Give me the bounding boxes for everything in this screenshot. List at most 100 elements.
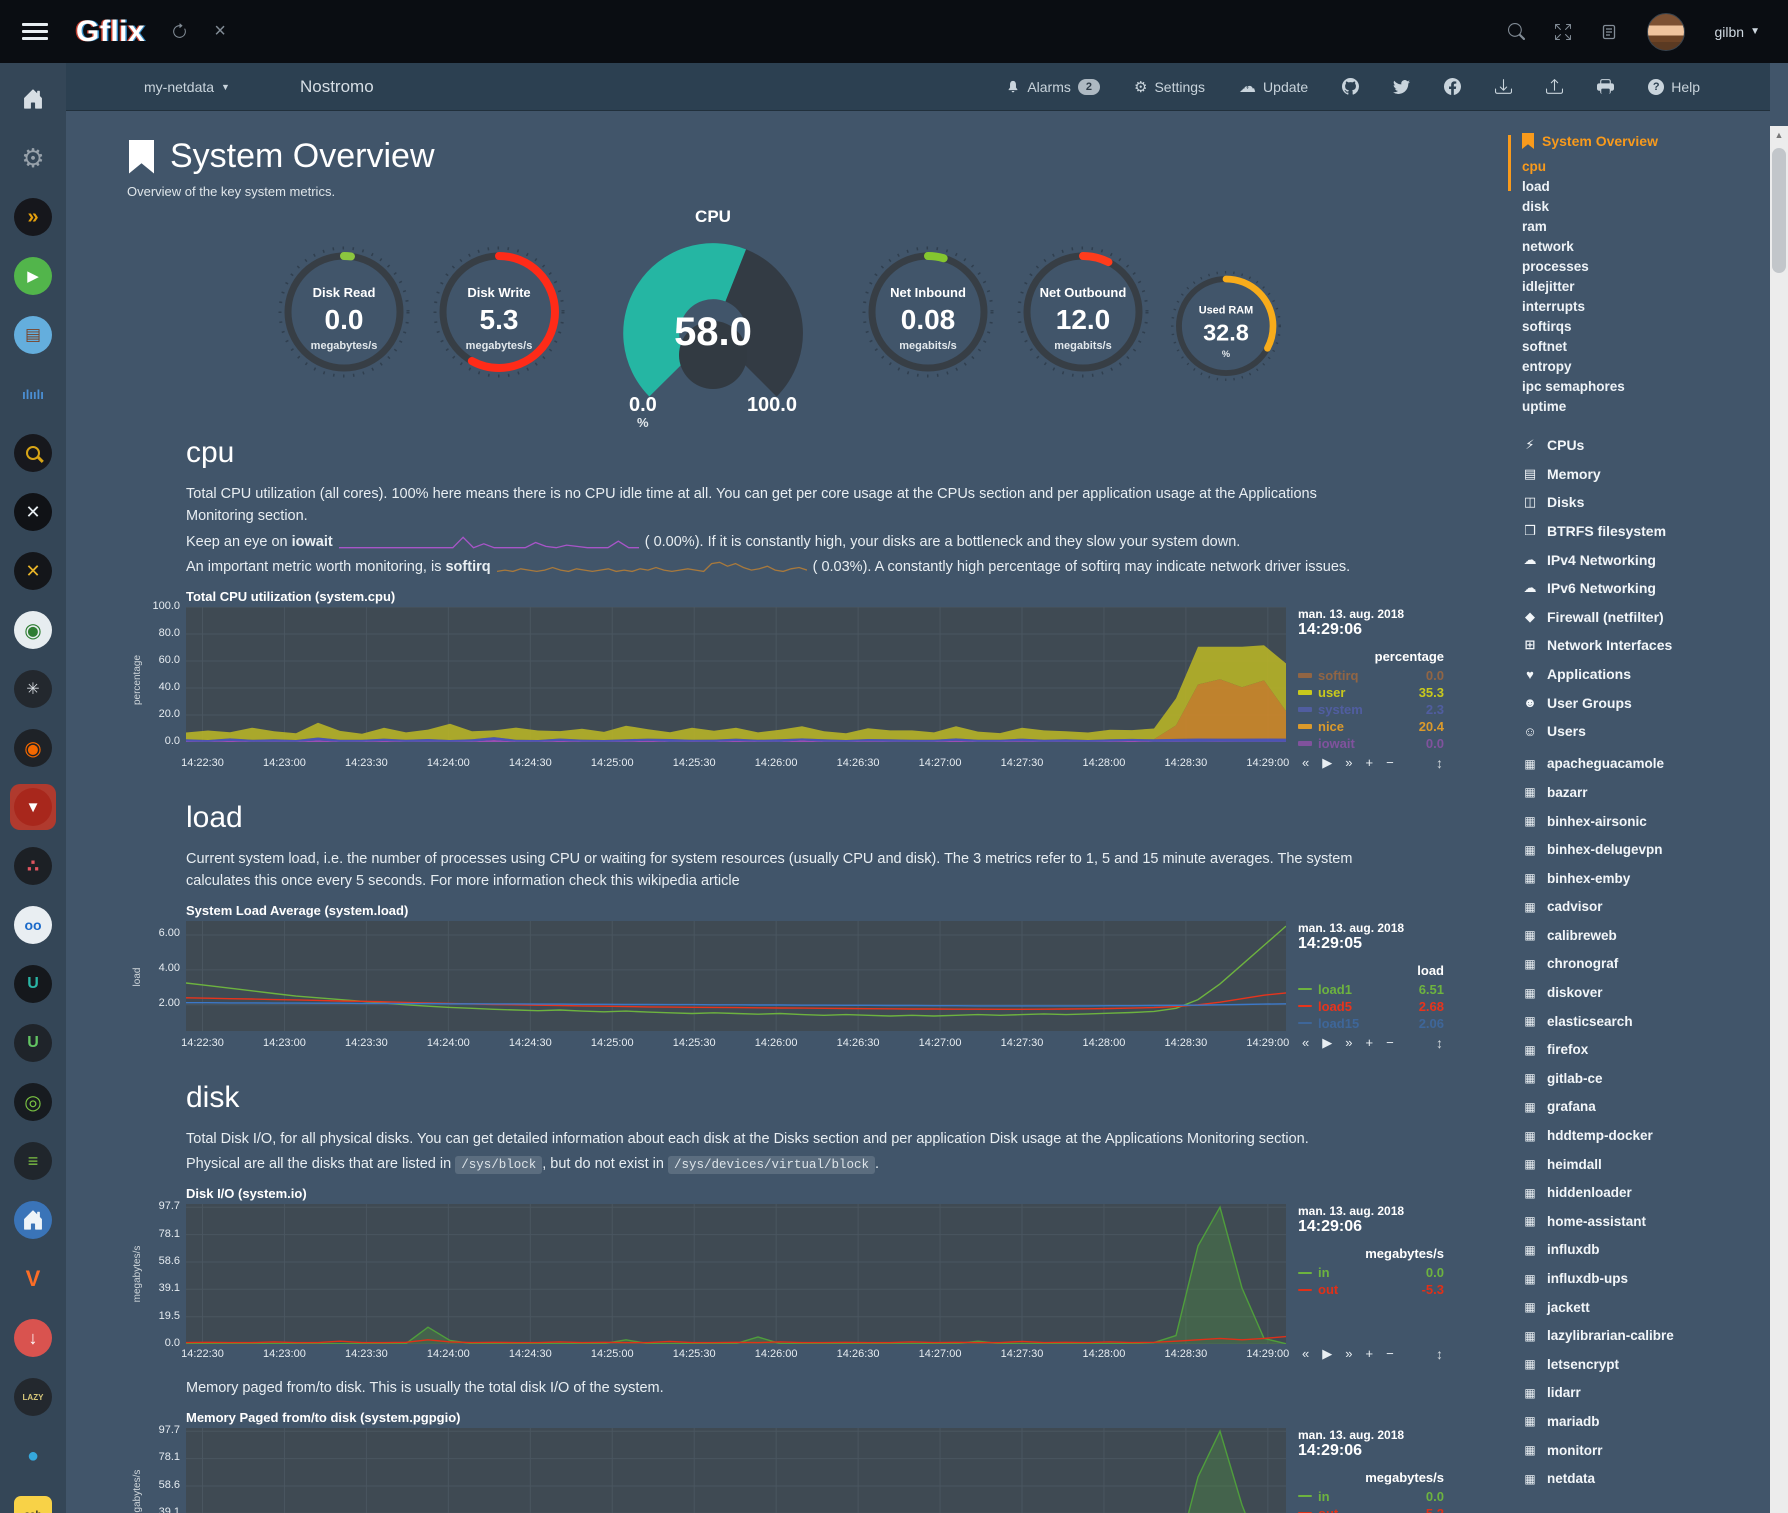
menu-section-applications[interactable]: ♥Applications: [1522, 660, 1740, 689]
menu-app-firefox[interactable]: ▦firefox: [1522, 1035, 1740, 1064]
chart-zoom-out-button[interactable]: −: [1386, 755, 1394, 771]
refresh-tab-icon[interactable]: [171, 23, 188, 40]
menu-app-lazylibrarian-calibre[interactable]: ▦lazylibrarian-calibre: [1522, 1321, 1740, 1350]
chart-resize-handle[interactable]: ↕: [1436, 1035, 1443, 1051]
legend-item-user[interactable]: user35.3: [1298, 685, 1444, 700]
page-scrollbar[interactable]: ▲: [1770, 126, 1788, 1513]
menu-app-chronograf[interactable]: ▦chronograf: [1522, 950, 1740, 979]
sidebar-app-kodi[interactable]: ✕: [10, 489, 56, 535]
sidebar-app-emby[interactable]: ▶: [10, 253, 56, 299]
menu-app-influxdb-ups[interactable]: ▦influxdb-ups: [1522, 1264, 1740, 1293]
settings-button[interactable]: ⚙Settings: [1134, 78, 1205, 96]
chart-zoom-in-button[interactable]: +: [1365, 1346, 1373, 1362]
gauge-net-outbound[interactable]: Net Outbound12.0megabits/s: [1008, 237, 1158, 387]
menu-app-heimdall[interactable]: ▦heimdall: [1522, 1150, 1740, 1179]
legend-item-softirq[interactable]: softirq0.0: [1298, 668, 1444, 683]
chart-zoom-out-button[interactable]: −: [1386, 1346, 1394, 1362]
close-tab-icon[interactable]: ×: [214, 20, 226, 43]
sidebar-app-krusader[interactable]: ∴: [10, 843, 56, 889]
menu-system-overview[interactable]: System Overview: [1522, 133, 1740, 149]
menu-app-hiddenloader[interactable]: ▦hiddenloader: [1522, 1178, 1740, 1207]
menu-app-calibreweb[interactable]: ▦calibreweb: [1522, 921, 1740, 950]
github-icon[interactable]: [1342, 78, 1359, 95]
chart-resize-handle[interactable]: ↕: [1436, 1346, 1443, 1362]
menu-item-softnet[interactable]: softnet: [1522, 337, 1740, 357]
scrollbar-thumb[interactable]: [1772, 148, 1786, 273]
legend-item-load15[interactable]: load152.06: [1298, 1016, 1444, 1031]
sidebar-app-unraid[interactable]: U: [10, 1020, 56, 1066]
legend-item-out[interactable]: out-5.2: [1298, 1506, 1444, 1513]
menu-item-network[interactable]: network: [1522, 237, 1740, 257]
menu-app-grafana[interactable]: ▦grafana: [1522, 1093, 1740, 1122]
menu-section-disks[interactable]: ◫Disks: [1522, 488, 1740, 517]
menu-app-gitlab-ce[interactable]: ▦gitlab-ce: [1522, 1064, 1740, 1093]
menu-app-binhex-emby[interactable]: ▦binhex-emby: [1522, 864, 1740, 893]
menu-section-cpus[interactable]: ⚡CPUs: [1522, 431, 1740, 460]
hamburger-menu-icon[interactable]: [22, 19, 48, 44]
import-snapshot-icon[interactable]: [1546, 78, 1563, 95]
menu-app-bazarr[interactable]: ▦bazarr: [1522, 778, 1740, 807]
menu-app-binhex-airsonic[interactable]: ▦binhex-airsonic: [1522, 807, 1740, 836]
menu-section-users[interactable]: ☺Users: [1522, 717, 1740, 746]
menu-app-letsencrypt[interactable]: ▦letsencrypt: [1522, 1350, 1740, 1379]
sidebar-app-plex[interactable]: »: [10, 194, 56, 240]
menu-section-ipv4-networking[interactable]: ☁IPv4 Networking: [1522, 545, 1740, 574]
menu-app-home-assistant[interactable]: ▦home-assistant: [1522, 1207, 1740, 1236]
sidebar-app-airsonic[interactable]: ılıılı: [10, 371, 56, 417]
menu-item-interrupts[interactable]: interrupts: [1522, 297, 1740, 317]
menu-item-softirqs[interactable]: softirqs: [1522, 317, 1740, 337]
user-menu[interactable]: gilbn▼: [1715, 24, 1761, 40]
menu-app-influxdb[interactable]: ▦influxdb: [1522, 1236, 1740, 1265]
legend-item-system[interactable]: system2.3: [1298, 702, 1444, 717]
legend-item-out[interactable]: out-5.3: [1298, 1282, 1444, 1297]
chart-resize-handle[interactable]: ↕: [1436, 755, 1443, 771]
chart-skip-back-button[interactable]: «: [1302, 1035, 1309, 1051]
help-button[interactable]: ?Help: [1648, 79, 1700, 95]
gauge-net-inbound[interactable]: Net Inbound0.08megabits/s: [853, 237, 1003, 387]
menu-item-disk[interactable]: disk: [1522, 197, 1740, 217]
menu-app-diskover[interactable]: ▦diskover: [1522, 978, 1740, 1007]
menu-app-elasticsearch[interactable]: ▦elasticsearch: [1522, 1007, 1740, 1036]
menu-item-processes[interactable]: processes: [1522, 257, 1740, 277]
gauge-used-ram[interactable]: Used RAM32.8%: [1163, 263, 1289, 389]
search-icon[interactable]: [1508, 23, 1525, 40]
chart-skip-forward-button[interactable]: »: [1345, 1035, 1352, 1051]
sidebar-app-drop[interactable]: ●: [10, 1433, 56, 1479]
legend-item-load5[interactable]: load52.68: [1298, 999, 1444, 1014]
sidebar-app-logs[interactable]: ≡: [10, 1138, 56, 1184]
chart-skip-forward-button[interactable]: »: [1345, 755, 1352, 771]
menu-section-ipv6-networking[interactable]: ☁IPv6 Networking: [1522, 574, 1740, 603]
chart-plot-area[interactable]: [186, 1428, 1286, 1513]
menu-item-ram[interactable]: ram: [1522, 217, 1740, 237]
chart-plot-area[interactable]: [186, 607, 1286, 742]
sidebar-app-deluge[interactable]: ◉: [10, 607, 56, 653]
sidebar-app-unmanic[interactable]: U: [10, 961, 56, 1007]
scroll-up-arrow[interactable]: ▲: [1770, 126, 1788, 140]
chart-skip-forward-button[interactable]: »: [1345, 1346, 1352, 1362]
chart-plot-area[interactable]: [186, 1204, 1286, 1344]
menu-item-uptime[interactable]: uptime: [1522, 397, 1740, 417]
chart-zoom-in-button[interactable]: +: [1365, 1035, 1373, 1051]
changelog-icon[interactable]: [1601, 24, 1617, 40]
sidebar-app-calibre[interactable]: ▤: [10, 312, 56, 358]
sidebar-app-emby-theater[interactable]: ✕: [10, 548, 56, 594]
menu-app-monitorr[interactable]: ▦monitorr: [1522, 1436, 1740, 1465]
sidebar-app-lazylibrarian[interactable]: ✳: [10, 666, 56, 712]
menu-item-load[interactable]: load: [1522, 177, 1740, 197]
sidebar-app-sabnzbd[interactable]: sab: [10, 1492, 56, 1513]
menu-app-binhex-delugevpn[interactable]: ▦binhex-delugevpn: [1522, 835, 1740, 864]
host-dropdown[interactable]: my-netdata▼: [144, 79, 230, 95]
gauge-disk-read[interactable]: Disk Read0.0megabytes/s: [269, 237, 419, 387]
chart-skip-back-button[interactable]: «: [1302, 755, 1309, 771]
menu-item-cpu[interactable]: cpu: [1522, 157, 1740, 177]
menu-item-entropy[interactable]: entropy: [1522, 357, 1740, 377]
menu-app-netdata[interactable]: ▦netdata: [1522, 1464, 1740, 1493]
sidebar-app-heimdall[interactable]: [10, 1197, 56, 1243]
sidebar-app-grafana[interactable]: ◉: [10, 725, 56, 771]
sidebar-app-downloader[interactable]: ↓: [10, 1315, 56, 1361]
menu-section-firewall-netfilter-[interactable]: ◆Firewall (netfilter): [1522, 603, 1740, 632]
facebook-icon[interactable]: [1444, 78, 1461, 95]
cpu-gauge[interactable]: CPU 58.00.0100.0%: [603, 207, 823, 429]
menu-section-user-groups[interactable]: ☻User Groups: [1522, 688, 1740, 717]
menu-app-lidarr[interactable]: ▦lidarr: [1522, 1379, 1740, 1408]
